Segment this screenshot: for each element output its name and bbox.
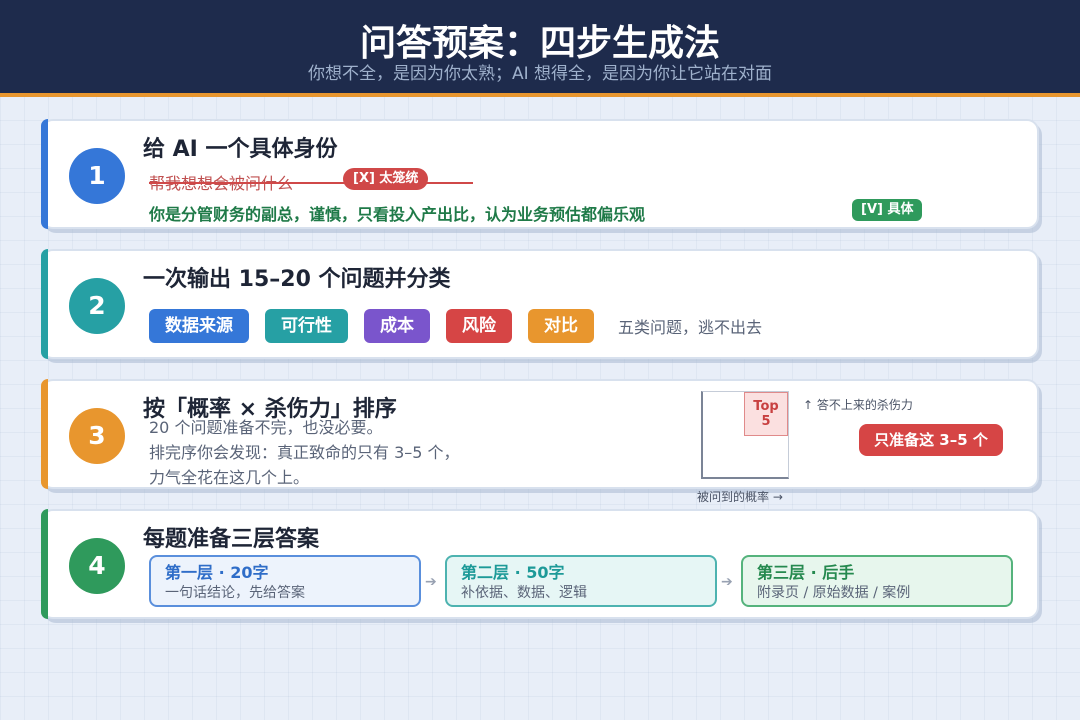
page-title: 问答预案：四步生成法: [359, 23, 720, 64]
description-line: 力气全花在这几个上。: [149, 468, 310, 487]
step-card-2: 2 一次输出 15–20 个问题并分类 数据来源 可行性 成本 风险 对比 五类…: [41, 249, 1039, 359]
tag-risk: 风险: [446, 309, 512, 343]
category-tags: 数据来源 可行性 成本 风险 对比 五类问题，逃不出去: [149, 309, 762, 343]
x-axis-label: 被问到的概率 →: [697, 490, 783, 504]
layer-description: 补依据、数据、逻辑: [461, 585, 587, 601]
layer-description: 附录页 / 原始数据 / 案例: [757, 585, 911, 601]
y-axis-label: ↑ 答不上来的杀伤力: [803, 398, 913, 412]
layer-title: 第三层 · 后手: [757, 563, 855, 582]
step-number-badge: 2: [69, 278, 125, 334]
step-title: 每题准备三层答案: [143, 527, 320, 552]
step-title: 按「概率 × 杀伤力」排序: [143, 397, 397, 422]
step-number-badge: 3: [69, 408, 125, 464]
step-card-1: 1 给 AI 一个具体身份 帮我想想会被问什么 [X] 太笼统 你是分管财务的副…: [41, 119, 1039, 229]
tag-data-source: 数据来源: [149, 309, 249, 343]
arrow-right-icon: ➔: [425, 574, 437, 590]
page-subtitle: 你想不全，是因为你太熟；AI 想得全，是因为你让它站在对面: [307, 64, 773, 84]
layer-title: 第二层 · 50字: [461, 563, 565, 582]
card-accent-bar: [41, 119, 48, 229]
layer-title: 第一层 · 20字: [165, 563, 269, 582]
tag-cost: 成本: [364, 309, 430, 343]
step-description: 20 个问题准备不完，也没必要。 排完序你会发现：真正致命的只有 3–5 个， …: [149, 415, 460, 490]
card-accent-bar: [41, 509, 48, 619]
step-card-4: 4 每题准备三层答案 第一层 · 20字 一句话结论，先给答案 ➔ 第二层 · …: [41, 509, 1039, 619]
answer-layer-1: 第一层 · 20字 一句话结论，先给答案: [149, 555, 421, 607]
arrow-right-icon: ➔: [721, 574, 733, 590]
specific-badge: [V] 具体: [852, 199, 923, 221]
tag-feasibility: 可行性: [265, 309, 348, 343]
step-card-3: 3 20 个问题准备不完，也没必要。 排完序你会发现：真正致命的只有 3–5 个…: [41, 379, 1039, 504]
card-accent-bar: [41, 379, 48, 489]
top5-label: 5: [761, 414, 771, 429]
top5-label: Top: [753, 399, 779, 414]
too-vague-badge: [X] 太笼统: [343, 168, 429, 190]
card-accent-bar: [41, 249, 48, 359]
step-title: 一次输出 15–20 个问题并分类: [143, 267, 451, 292]
description-line: 排完序你会发现：真正致命的只有 3–5 个，: [149, 443, 460, 462]
answer-layer-3: 第三层 · 后手 附录页 / 原始数据 / 案例: [741, 555, 1013, 607]
prepare-only-badge: 只准备这 3–5 个: [859, 424, 1003, 456]
tag-comparison: 对比: [528, 309, 594, 343]
step-number-badge: 4: [69, 538, 125, 594]
top5-quadrant: Top 5: [744, 392, 788, 436]
tags-note: 五类问题，逃不出去: [618, 318, 763, 337]
answer-layer-2: 第二层 · 50字 补依据、数据、逻辑: [445, 555, 717, 607]
bad-example-text: 帮我想想会被问什么: [149, 173, 293, 195]
layer-description: 一句话结论，先给答案: [165, 585, 305, 601]
step-number-badge: 1: [69, 148, 125, 204]
priority-matrix: Top 5: [701, 391, 789, 479]
page-header: 问答预案：四步生成法 你想不全，是因为你太熟；AI 想得全，是因为你让它站在对面: [0, 0, 1080, 97]
good-example-text: 你是分管财务的副总，谨慎，只看投入产出比，认为业务预估都偏乐观: [149, 205, 646, 224]
step-title: 给 AI 一个具体身份: [143, 137, 338, 162]
